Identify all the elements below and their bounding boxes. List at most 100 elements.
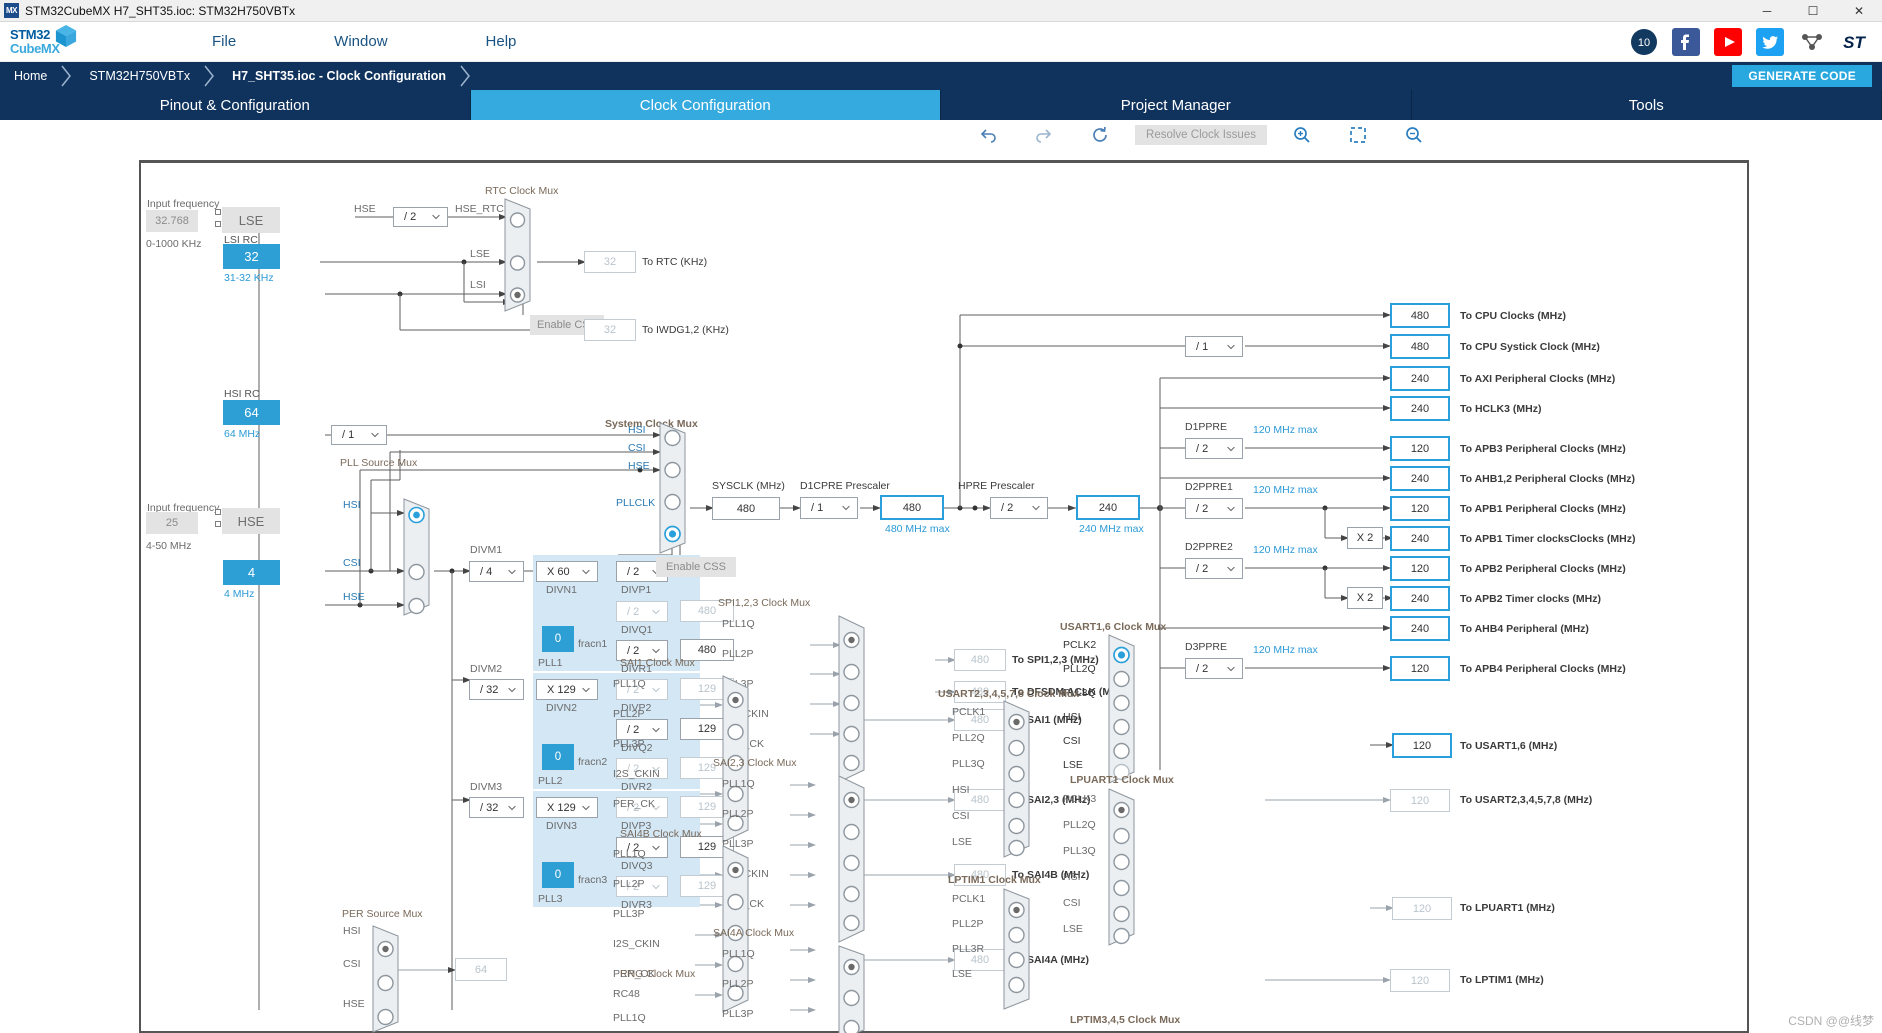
lptim1-output-value[interactable]: 120 bbox=[1390, 969, 1450, 992]
zoom-in-icon[interactable] bbox=[1285, 123, 1319, 147]
output-value-10[interactable]: 240 bbox=[1390, 616, 1450, 641]
tab-pinout-configuration[interactable]: Pinout & Configuration bbox=[0, 90, 471, 120]
csi-rc-value[interactable]: 4 bbox=[223, 560, 280, 585]
output-value-2[interactable]: 240 bbox=[1390, 366, 1450, 391]
pll-source-mux[interactable] bbox=[403, 498, 437, 616]
pll3-divn-select[interactable]: X 129 bbox=[536, 797, 598, 818]
minimize-button[interactable]: ─ bbox=[1744, 0, 1790, 22]
per-mux-input-hse-label: HSE bbox=[343, 998, 365, 1010]
hse-pin-top bbox=[215, 509, 221, 515]
d2ppre1-select[interactable]: / 2 bbox=[1185, 498, 1243, 519]
rtc-output-value[interactable]: 32 bbox=[584, 251, 636, 273]
hse-input-frequency-field[interactable]: 25 bbox=[146, 512, 198, 534]
output-value-1[interactable]: 480 bbox=[1390, 334, 1450, 359]
d3ppre-select[interactable]: / 2 bbox=[1185, 658, 1243, 679]
lpuart1-clock-mux[interactable] bbox=[1108, 788, 1142, 946]
pll2-divq-select[interactable]: / 2 bbox=[616, 719, 668, 740]
menu-window[interactable]: Window bbox=[316, 29, 405, 54]
d1cpre-select[interactable]: / 1 bbox=[800, 497, 858, 519]
hsi-rc-value[interactable]: 64 bbox=[223, 400, 280, 425]
sysclk-value[interactable]: 480 bbox=[712, 497, 780, 520]
generate-code-button[interactable]: GENERATE CODE bbox=[1732, 65, 1872, 87]
pll1-divq-select[interactable]: / 2 bbox=[616, 601, 668, 622]
anniversary-badge-icon[interactable]: 10 bbox=[1630, 28, 1658, 56]
twitter-icon[interactable] bbox=[1756, 28, 1784, 56]
d2ppre2-select[interactable]: / 2 bbox=[1185, 558, 1243, 579]
fit-to-screen-icon[interactable] bbox=[1341, 123, 1375, 147]
st-logo-icon[interactable]: ST bbox=[1840, 28, 1868, 56]
output-value-9[interactable]: 240 bbox=[1390, 586, 1450, 611]
lse-input-frequency-field[interactable]: 32.768 bbox=[146, 210, 198, 232]
hpre-output[interactable]: 240 bbox=[1076, 495, 1140, 520]
pll2-divm-select[interactable]: / 32 bbox=[469, 679, 524, 700]
lptim1-clock-mux[interactable] bbox=[1003, 888, 1037, 1010]
menu-file[interactable]: File bbox=[194, 29, 254, 54]
lsi-rc-value[interactable]: 32 bbox=[223, 244, 280, 269]
pll2-divn-select[interactable]: X 129 bbox=[536, 679, 598, 700]
hsi-divider-select[interactable]: / 1 bbox=[331, 425, 387, 445]
iwdg-output-value[interactable]: 32 bbox=[584, 319, 636, 341]
maximize-button[interactable]: ☐ bbox=[1790, 0, 1836, 22]
output-value-7[interactable]: 240 bbox=[1390, 526, 1450, 551]
breadcrumb-chevron-1 bbox=[59, 62, 75, 90]
output-value-8[interactable]: 120 bbox=[1390, 556, 1450, 581]
pll3-fracn-value[interactable]: 0 bbox=[542, 862, 574, 888]
d2ppre1-value: / 2 bbox=[1196, 502, 1209, 515]
per-ck-output[interactable]: 64 bbox=[455, 958, 507, 981]
pll1-fracn-value[interactable]: 0 bbox=[542, 626, 574, 652]
cubemx-logo: STM32 CubeMX bbox=[10, 22, 90, 62]
redo-icon[interactable] bbox=[1027, 123, 1061, 147]
pll3-divm-select[interactable]: / 32 bbox=[469, 797, 524, 818]
app-icon: MX bbox=[4, 3, 19, 18]
undo-icon[interactable] bbox=[971, 123, 1005, 147]
menu-help[interactable]: Help bbox=[468, 29, 535, 54]
clock-diagram-canvas[interactable]: Input frequency 32.768 0-1000 KHz LSE LS… bbox=[0, 160, 1882, 1033]
output-value-4[interactable]: 120 bbox=[1390, 436, 1450, 461]
usart2345678-in-pll2q: PLL2Q bbox=[952, 732, 985, 744]
lpuart1-output-value[interactable]: 120 bbox=[1392, 897, 1452, 920]
spi123-output-value[interactable]: 480 bbox=[954, 649, 1006, 671]
breadcrumb-device[interactable]: STM32H750VBTx bbox=[75, 62, 202, 90]
output-value-6[interactable]: 120 bbox=[1390, 496, 1450, 521]
usart2345678-clock-mux[interactable] bbox=[1003, 700, 1037, 858]
facebook-icon[interactable] bbox=[1672, 28, 1700, 56]
rtc-clock-mux[interactable] bbox=[504, 198, 538, 312]
hse-rtc-divider-select[interactable]: / 2 bbox=[393, 207, 448, 227]
usart16-clock-mux[interactable] bbox=[1108, 634, 1142, 784]
cpu-systick-divider-select[interactable]: / 1 bbox=[1185, 336, 1243, 357]
sai4a-clock-mux[interactable] bbox=[838, 945, 872, 1033]
pll2-fracn-value[interactable]: 0 bbox=[542, 744, 574, 770]
lse-osc-button[interactable]: LSE bbox=[222, 207, 280, 233]
spi123-in-pll2p: PLL2P bbox=[722, 648, 754, 660]
close-button[interactable]: ✕ bbox=[1836, 0, 1882, 22]
output-value-5[interactable]: 240 bbox=[1390, 466, 1450, 491]
zoom-out-icon[interactable] bbox=[1397, 123, 1431, 147]
community-icon[interactable] bbox=[1798, 28, 1826, 56]
output-value-11[interactable]: 120 bbox=[1390, 656, 1450, 681]
usart16-output-value[interactable]: 120 bbox=[1392, 733, 1452, 758]
resolve-clock-issues-button[interactable]: Resolve Clock Issues bbox=[1135, 125, 1267, 145]
youtube-icon[interactable] bbox=[1714, 28, 1742, 56]
sai23-clock-mux[interactable] bbox=[838, 775, 872, 943]
enable-css-system-button[interactable]: Enable CSS bbox=[656, 557, 736, 577]
tab-tools[interactable]: Tools bbox=[1411, 90, 1882, 120]
hse-osc-button[interactable]: HSE bbox=[222, 508, 280, 534]
tab-clock-configuration[interactable]: Clock Configuration bbox=[470, 90, 941, 120]
output-value-3[interactable]: 240 bbox=[1390, 396, 1450, 421]
system-clock-mux[interactable] bbox=[659, 422, 693, 554]
chevron-down-icon bbox=[652, 727, 660, 732]
per-source-mux[interactable] bbox=[372, 925, 406, 1033]
d1ppre-select[interactable]: / 2 bbox=[1185, 438, 1243, 459]
pll1-divm-select[interactable]: / 4 bbox=[469, 561, 524, 582]
output-value-0[interactable]: 480 bbox=[1390, 303, 1450, 328]
spi123-clock-mux[interactable] bbox=[838, 615, 872, 783]
tab-project-manager[interactable]: Project Manager bbox=[941, 90, 1412, 120]
usart2345678-output-value[interactable]: 120 bbox=[1390, 789, 1450, 812]
hpre-select[interactable]: / 2 bbox=[990, 497, 1048, 519]
d1cpre-output[interactable]: 480 bbox=[880, 495, 944, 520]
breadcrumb-current[interactable]: H7_SHT35.ioc - Clock Configuration bbox=[218, 62, 458, 90]
output-label-0: To CPU Clocks (MHz) bbox=[1460, 310, 1566, 322]
breadcrumb-home[interactable]: Home bbox=[0, 62, 59, 90]
pll1-divn-select[interactable]: X 60 bbox=[536, 561, 598, 582]
refresh-icon[interactable] bbox=[1083, 123, 1117, 147]
